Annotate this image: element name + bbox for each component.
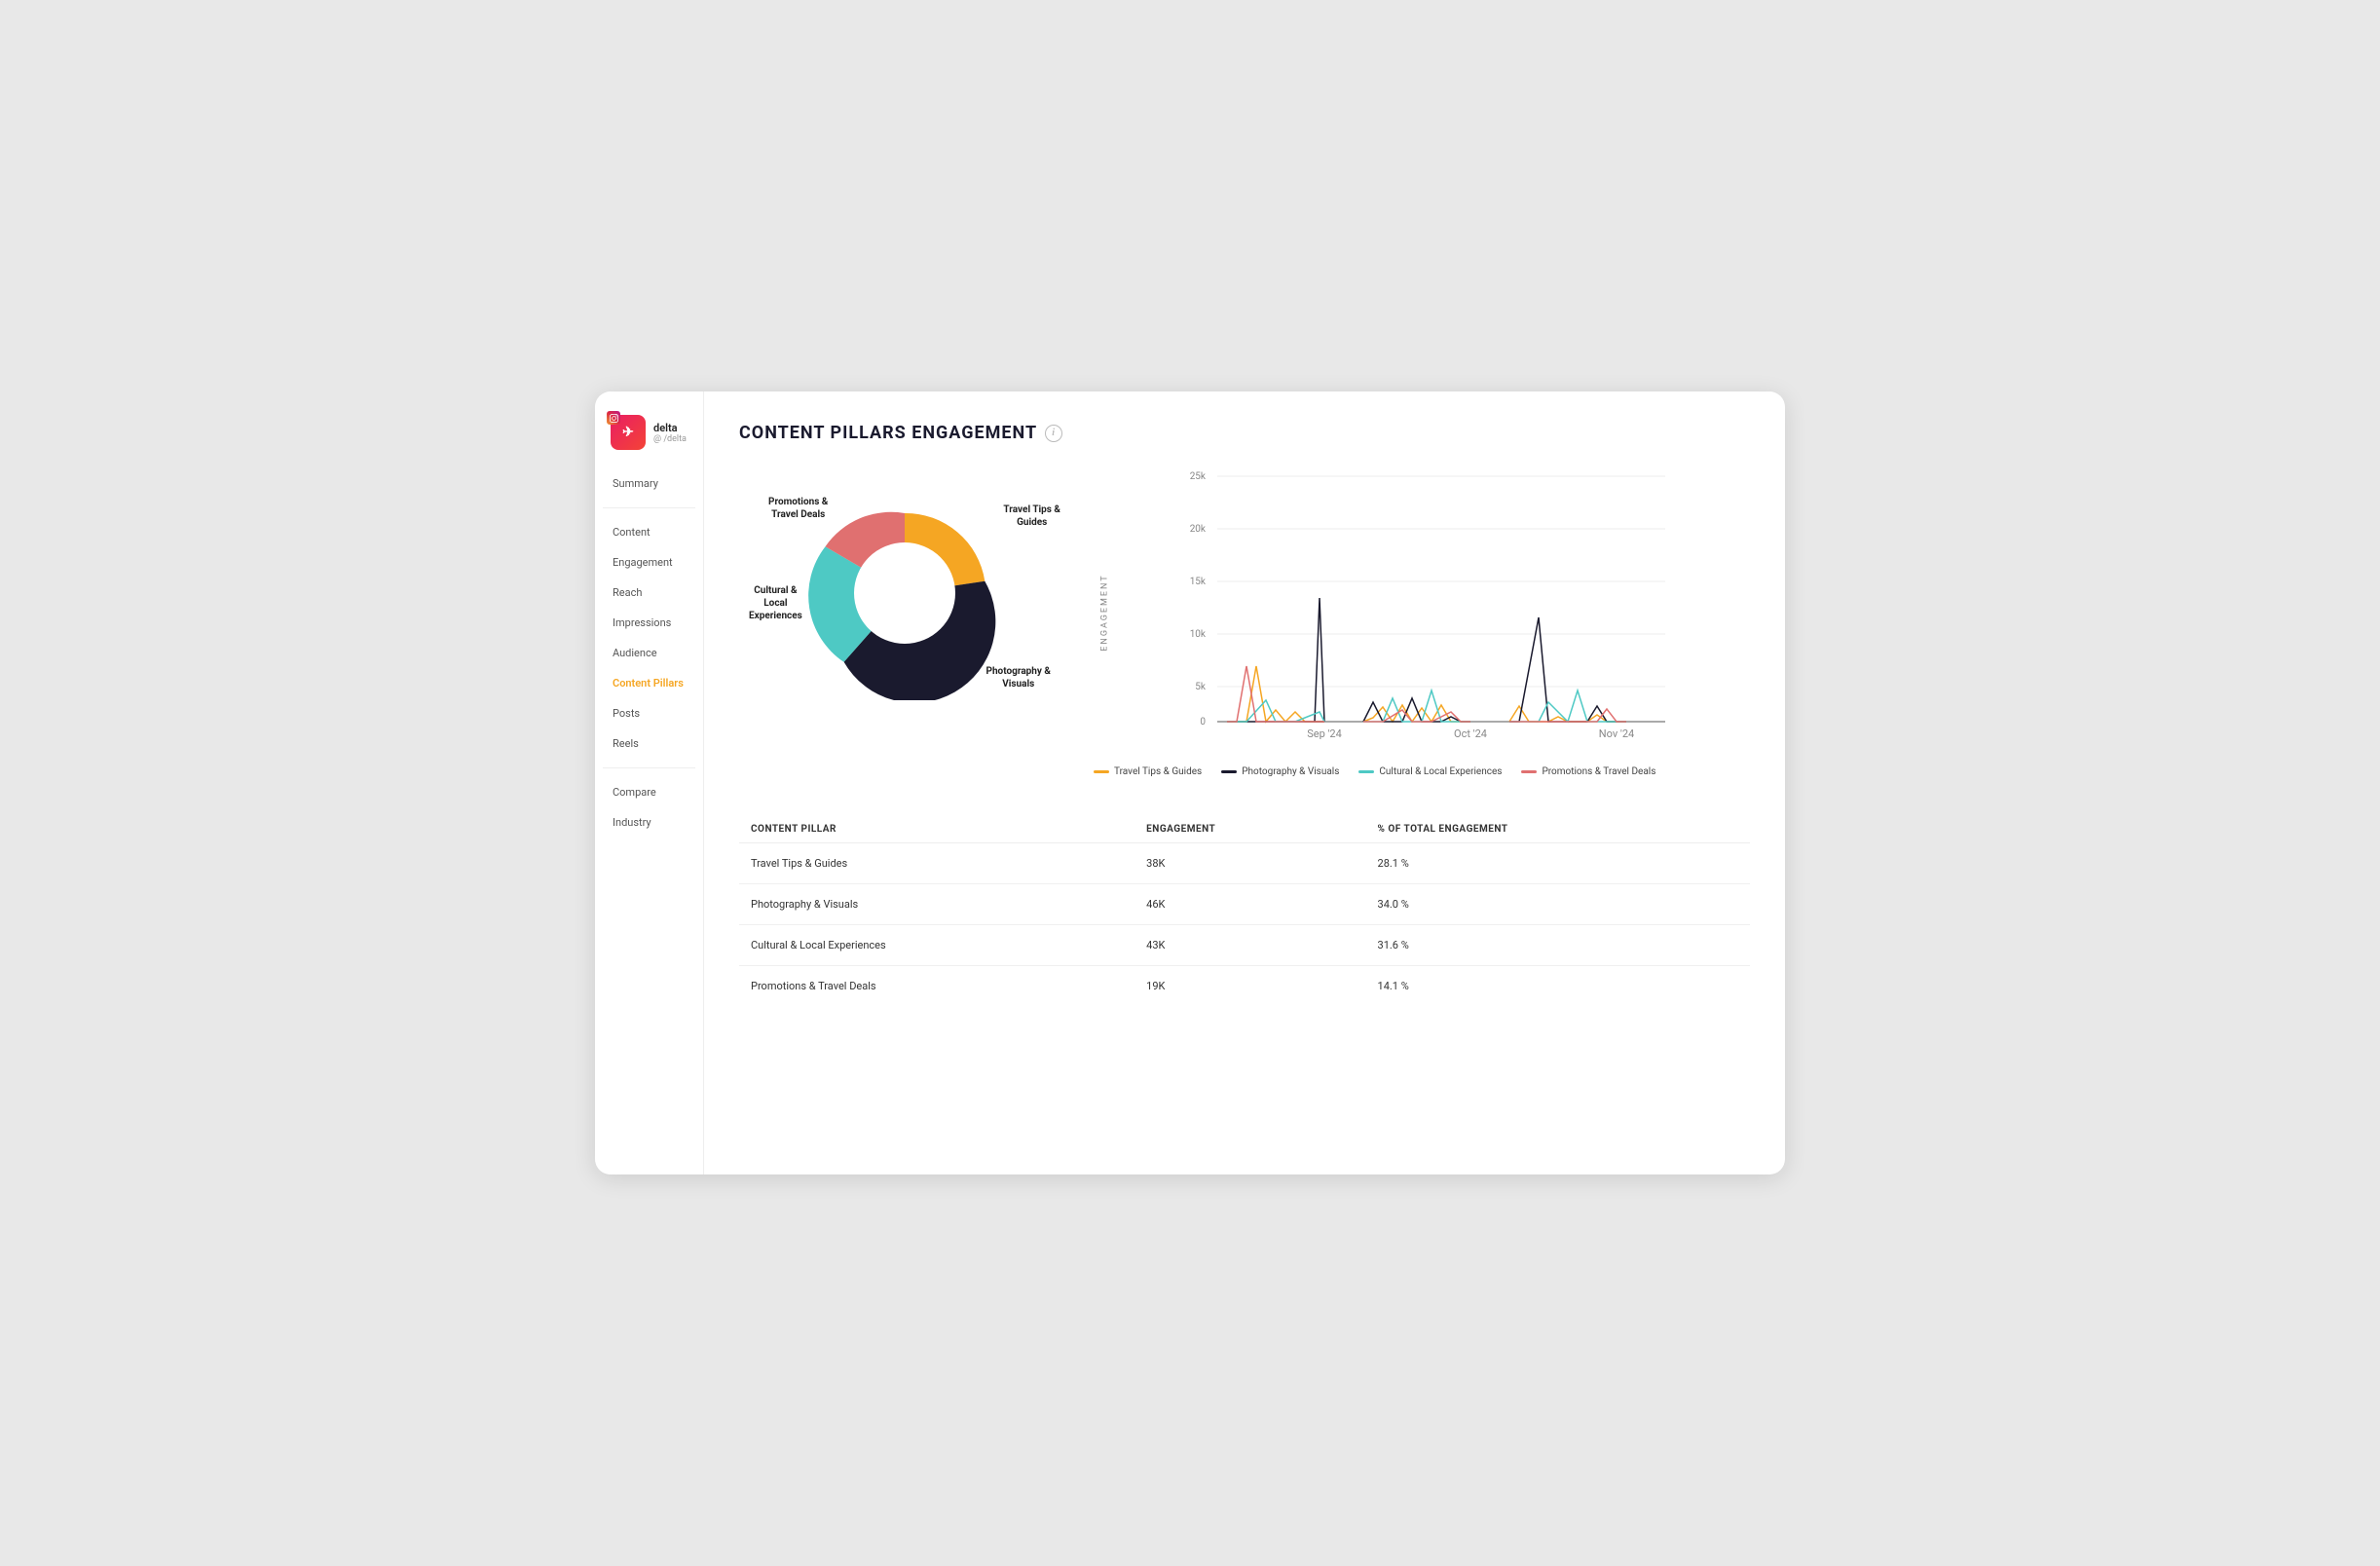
legend-photography: Photography & Visuals [1221,766,1339,777]
line-chart-container: ENGAGEMENT 25k 20k 15k 10k 5k [1094,466,1750,777]
percent-value: 14.1 % [1366,966,1750,1007]
donut-chart: Promotions &Travel Deals Travel Tips &Gu… [739,466,1070,700]
svg-text:25k: 25k [1190,471,1207,482]
engagement-value: 19K [1134,966,1365,1007]
svg-text:5k: 5k [1195,682,1207,692]
info-icon[interactable]: i [1045,425,1062,442]
pillar-name: Cultural & Local Experiences [739,925,1134,966]
data-table: CONTENT PILLAR ENGAGEMENT % OF TOTAL ENG… [739,816,1750,1006]
sidebar-header: ✈ delta @ /delta [595,407,703,469]
table-row: Photography & Visuals 46K 34.0 % [739,884,1750,925]
svg-text:Oct '24: Oct '24 [1454,727,1487,739]
legend-cultural: Cultural & Local Experiences [1358,766,1502,777]
donut-svg [798,486,1012,700]
legend-travel-tips: Travel Tips & Guides [1094,766,1202,777]
donut-label-promotions: Promotions &Travel Deals [768,496,828,521]
engagement-value: 46K [1134,884,1365,925]
sidebar-nav: Summary Content Engagement Reach Impress… [595,469,703,837]
legend-dot-photo [1221,770,1237,773]
sidebar-item-reels[interactable]: Reels [603,729,695,758]
donut-label-travel-tips: Travel Tips &Guides [1003,503,1060,529]
engagement-value: 43K [1134,925,1365,966]
user-info: delta @ /delta [653,422,687,444]
col-header-engagement: ENGAGEMENT [1134,816,1365,843]
sidebar-item-industry[interactable]: Industry [603,808,695,837]
table-row: Cultural & Local Experiences 43K 31.6 % [739,925,1750,966]
table-row: Travel Tips & Guides 38K 28.1 % [739,843,1750,884]
chart-legend: Travel Tips & Guides Photography & Visua… [1094,766,1750,777]
legend-dot-promo [1521,770,1537,773]
sidebar-item-summary[interactable]: Summary [603,469,695,498]
chart-section: Promotions &Travel Deals Travel Tips &Gu… [739,466,1750,777]
svg-text:10k: 10k [1190,629,1207,640]
svg-text:15k: 15k [1190,577,1207,587]
username: delta [653,422,687,434]
sidebar-item-engagement[interactable]: Engagement [603,548,695,577]
line-chart-wrapper: ENGAGEMENT 25k 20k 15k 10k 5k [1094,466,1750,759]
sidebar-item-impressions[interactable]: Impressions [603,609,695,637]
svg-text:Sep '24: Sep '24 [1307,727,1342,739]
svg-text:0: 0 [1200,717,1206,727]
line-chart-svg: 25k 20k 15k 10k 5k 0 Sep '24 Oct '24 [1094,466,1750,739]
app-container: ✈ delta @ /delta Summary Content Engagem… [595,392,1785,1174]
pillar-name: Photography & Visuals [739,884,1134,925]
pillar-name: Travel Tips & Guides [739,843,1134,884]
nav-divider-2 [603,767,695,768]
legend-dot-cultural [1358,770,1374,773]
avatar: ✈ [611,415,646,450]
user-handle: @ /delta [653,434,687,444]
instagram-badge [607,411,620,425]
svg-text:Nov '24: Nov '24 [1599,727,1634,739]
sidebar-item-reach[interactable]: Reach [603,578,695,607]
nav-divider [603,507,695,508]
main-content: CONTENT PILLARS ENGAGEMENT i Promotions … [704,392,1785,1174]
donut-hole [854,542,955,644]
sidebar-item-posts[interactable]: Posts [603,699,695,727]
y-axis-label: ENGAGEMENT [1100,574,1110,651]
sidebar-item-audience[interactable]: Audience [603,639,695,667]
sidebar-item-content[interactable]: Content [603,518,695,546]
sidebar-item-compare[interactable]: Compare [603,778,695,806]
sidebar-item-content-pillars[interactable]: Content Pillars [603,669,695,697]
svg-text:20k: 20k [1190,524,1207,535]
donut-label-photography: Photography &Visuals [986,665,1051,690]
sidebar: ✈ delta @ /delta Summary Content Engagem… [595,392,704,1174]
col-header-pillar: CONTENT PILLAR [739,816,1134,843]
col-header-percent: % OF TOTAL ENGAGEMENT [1366,816,1750,843]
donut-label-cultural: Cultural &LocalExperiences [749,584,802,622]
percent-value: 28.1 % [1366,843,1750,884]
page-title: CONTENT PILLARS ENGAGEMENT i [739,423,1750,443]
percent-value: 31.6 % [1366,925,1750,966]
pillar-name: Promotions & Travel Deals [739,966,1134,1007]
legend-promotions: Promotions & Travel Deals [1521,766,1655,777]
engagement-value: 38K [1134,843,1365,884]
percent-value: 34.0 % [1366,884,1750,925]
table-row: Promotions & Travel Deals 19K 14.1 % [739,966,1750,1007]
legend-dot-travel [1094,770,1109,773]
